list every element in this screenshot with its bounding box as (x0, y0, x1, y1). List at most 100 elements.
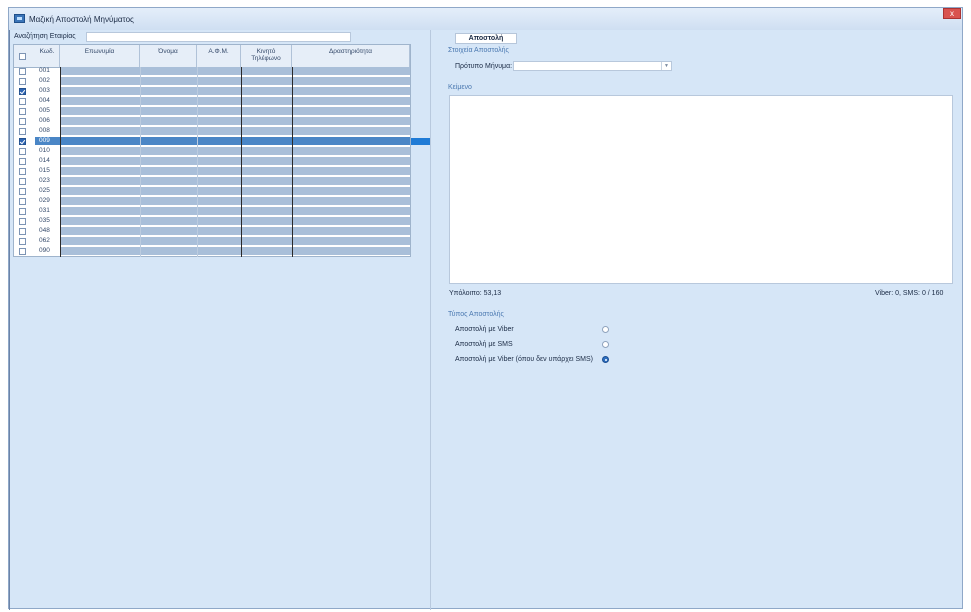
row-data-cells[interactable] (60, 67, 410, 75)
table-row[interactable]: 023 (14, 177, 410, 185)
grid-header: Κωδ. Επωνυμία Όνομα Α.Φ.Μ. Κινητό Τηλέφω… (14, 45, 410, 68)
send-type-section-label: Τύπος Αποστολής (448, 311, 504, 318)
row-data-cells[interactable] (60, 247, 410, 255)
row-code: 002 (39, 77, 50, 84)
table-row[interactable]: 062 (14, 237, 410, 245)
row-data-cells[interactable] (60, 87, 410, 95)
pane-divider[interactable] (430, 30, 431, 610)
row-checkbox[interactable] (19, 78, 26, 85)
table-row[interactable]: 006 (14, 117, 410, 125)
table-row[interactable]: 048 (14, 227, 410, 235)
row-code: 010 (39, 147, 50, 154)
radio-viber[interactable] (602, 326, 609, 333)
table-row[interactable]: 025 (14, 187, 410, 195)
search-input[interactable] (86, 32, 351, 42)
table-row[interactable]: 009 (14, 137, 410, 145)
row-checkbox[interactable] (19, 188, 26, 195)
select-all-checkbox[interactable] (19, 53, 26, 60)
message-textarea[interactable] (449, 95, 953, 284)
radio-label-sms: Αποστολή με SMS (455, 341, 513, 348)
table-row[interactable]: 015 (14, 167, 410, 175)
table-row[interactable]: 014 (14, 157, 410, 165)
row-data-cells[interactable] (60, 127, 410, 135)
row-checkbox[interactable] (19, 148, 26, 155)
main-window: Μαζική Αποστολή Μηνύματος x Αναζήτηση Ετ… (8, 7, 963, 610)
row-checkbox[interactable] (19, 208, 26, 215)
row-data-cells[interactable] (60, 217, 410, 225)
row-checkbox[interactable] (19, 108, 26, 115)
column-divider (197, 67, 198, 257)
template-select[interactable]: ▼ (513, 61, 672, 71)
row-code: 004 (39, 97, 50, 104)
column-divider (292, 67, 293, 257)
table-row[interactable]: 029 (14, 197, 410, 205)
row-checkbox[interactable] (19, 158, 26, 165)
row-data-cells[interactable] (60, 237, 410, 245)
row-checkbox[interactable] (19, 128, 26, 135)
row-code: 008 (39, 127, 50, 134)
row-data-cells[interactable] (60, 167, 410, 175)
table-row[interactable]: 005 (14, 107, 410, 115)
row-data-cells[interactable] (60, 77, 410, 85)
send-button[interactable]: Αποστολή (455, 33, 517, 44)
row-data-cells[interactable] (60, 147, 410, 155)
row-data-cells[interactable] (60, 227, 410, 235)
header-mobile-phone[interactable]: Κινητό Τηλέφωνο (241, 45, 292, 67)
table-row[interactable]: 031 (14, 207, 410, 215)
row-data-cells[interactable] (60, 187, 410, 195)
send-details-section-label: Στοιχεία Αποστολής (448, 47, 509, 54)
row-checkbox[interactable] (19, 218, 26, 225)
header-activity[interactable]: Δραστηριότητα (292, 45, 410, 67)
header-vat-number[interactable]: Α.Φ.Μ. (197, 45, 241, 67)
message-counter: Viber: 0, SMS: 0 / 160 (875, 290, 944, 297)
row-checkbox[interactable] (19, 118, 26, 125)
row-data-cells[interactable] (60, 117, 410, 125)
table-row[interactable]: 004 (14, 97, 410, 105)
table-row[interactable]: 090 (14, 247, 410, 255)
template-label: Πρότυπο Μήνυμα: (455, 63, 513, 70)
table-row[interactable]: 002 (14, 77, 410, 85)
title-bar: Μαζική Αποστολή Μηνύματος x (9, 8, 962, 30)
row-code: 035 (39, 217, 50, 224)
row-code: 062 (39, 237, 50, 244)
table-row[interactable]: 003 (14, 87, 410, 95)
close-icon[interactable]: x (943, 8, 961, 19)
window-left-border (9, 30, 10, 610)
row-code: 005 (39, 107, 50, 114)
row-checkbox[interactable] (19, 138, 26, 145)
header-code[interactable]: Κωδ. (35, 45, 60, 67)
header-first-name[interactable]: Όνομα (140, 45, 197, 67)
row-data-cells[interactable] (60, 157, 410, 165)
row-data-cells[interactable] (60, 207, 410, 215)
row-checkbox[interactable] (19, 248, 26, 255)
row-code: 023 (39, 177, 50, 184)
radio-viber-fallback[interactable] (602, 356, 609, 363)
row-data-cells[interactable] (60, 137, 410, 145)
row-code: 009 (35, 137, 60, 145)
chevron-down-icon[interactable]: ▼ (661, 62, 671, 70)
text-label: Κείμενο (448, 84, 472, 91)
row-data-cells[interactable] (60, 97, 410, 105)
row-code: 029 (39, 197, 50, 204)
radio-label-viber: Αποστολή με Viber (455, 326, 514, 333)
header-company-name[interactable]: Επωνυμία (60, 45, 140, 67)
table-row[interactable]: 008 (14, 127, 410, 135)
row-checkbox[interactable] (19, 198, 26, 205)
row-data-cells[interactable] (60, 197, 410, 205)
table-row[interactable]: 035 (14, 217, 410, 225)
row-code: 090 (39, 247, 50, 254)
app-icon (14, 14, 25, 23)
row-checkbox[interactable] (19, 88, 26, 95)
row-code: 006 (39, 117, 50, 124)
row-data-cells[interactable] (60, 177, 410, 185)
row-checkbox[interactable] (19, 178, 26, 185)
row-checkbox[interactable] (19, 98, 26, 105)
row-checkbox[interactable] (19, 168, 26, 175)
radio-sms[interactable] (602, 341, 609, 348)
row-checkbox[interactable] (19, 238, 26, 245)
row-checkbox[interactable] (19, 68, 26, 75)
table-row[interactable]: 010 (14, 147, 410, 155)
row-data-cells[interactable] (60, 107, 410, 115)
row-checkbox[interactable] (19, 228, 26, 235)
table-row[interactable]: 001 (14, 67, 410, 75)
